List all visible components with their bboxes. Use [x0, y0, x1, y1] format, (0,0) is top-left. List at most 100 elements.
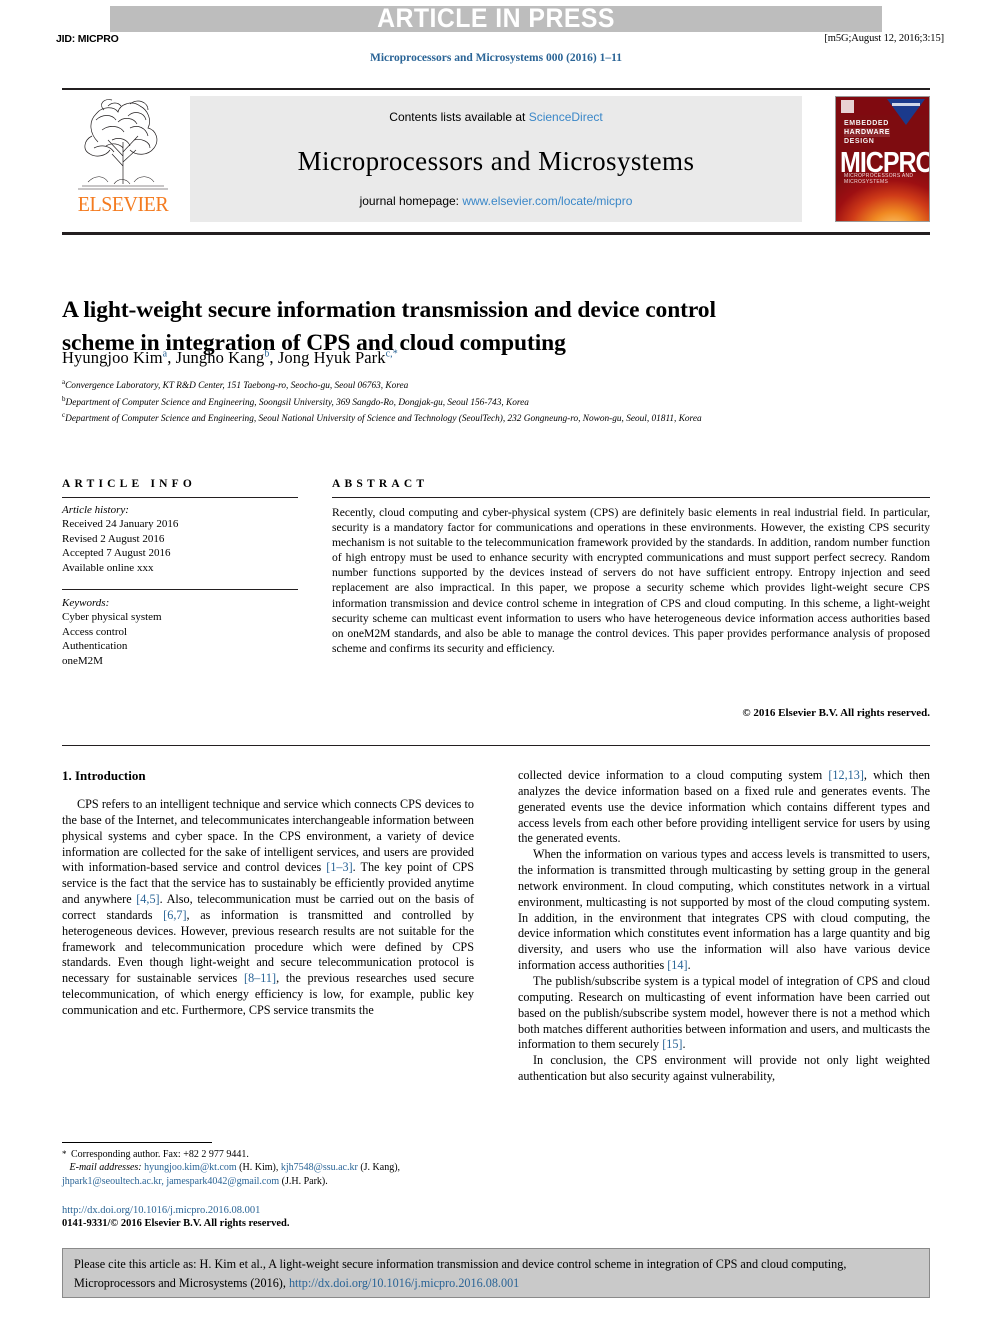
journal-homepage-link[interactable]: www.elsevier.com/locate/micpro [462, 194, 632, 208]
article-history-block: Article history: Received 24 January 201… [62, 503, 302, 575]
issn-copyright-line: 0141-9331/© 2016 Elsevier B.V. All right… [62, 1218, 290, 1230]
cover-tagline: MICROPROCESSORS AND MICROSYSTEMS [844, 173, 914, 185]
keyword-item: Cyber physical system [62, 611, 162, 624]
article-info-heading: ARTICLE INFO [62, 478, 197, 490]
email-addresses-line: E-mail addresses: hyungjoo.kim@kt.com (H… [62, 1161, 477, 1188]
elsevier-wordmark: ELSEVIER [77, 192, 169, 216]
article-history-item: Accepted 7 August 2016 [62, 547, 171, 560]
corresponding-author-text: Corresponding author. Fax: +82 2 977 944… [71, 1149, 249, 1160]
keyword-item: oneM2M [62, 654, 103, 667]
paragraph-text: collected device information to a cloud … [518, 768, 829, 782]
keyword-item: Authentication [62, 640, 128, 653]
journal-id-label: JID: MICPRO [56, 33, 119, 45]
email-link[interactable]: kjh7548@ssu.ac.kr [281, 1162, 358, 1173]
email-link[interactable]: hyungjoo.kim@kt.com [144, 1162, 237, 1173]
cover-triangle-label [892, 103, 920, 106]
journal-homepage-line: journal homepage: www.elsevier.com/locat… [190, 194, 802, 208]
masthead-top-rule [62, 88, 930, 90]
keywords-block: Keywords: Cyber physical system Access co… [62, 596, 302, 668]
article-info-rule-top [62, 497, 298, 499]
affiliation-item: cDepartment of Computer Science and Engi… [62, 411, 702, 425]
copyright-line: © 2016 Elsevier B.V. All rights reserved… [742, 707, 930, 719]
author-name: Hyungjoo Kim [62, 348, 163, 367]
keyword-items: Cyber physical system Access control Authe… [62, 610, 302, 668]
citation-reference-link[interactable]: [4,5] [136, 892, 159, 906]
journal-reference-line: Microprocessors and Microsystems 000 (20… [369, 52, 622, 64]
article-doi-link[interactable]: http://dx.doi.org/10.1016/j.micpro.2016.… [62, 1204, 477, 1217]
article-history-items: Received 24 January 2016 Revised 2 August… [62, 517, 302, 575]
footnote-block: * Corresponding author. Fax: +82 2 977 9… [62, 1148, 477, 1188]
body-paragraph: When the information on various types an… [518, 847, 930, 974]
corresponding-author-line: * Corresponding author. Fax: +82 2 977 9… [62, 1148, 477, 1161]
cover-subtitle-line1: EMBEDDED [844, 120, 889, 127]
email-owner: (J.H. Park). [279, 1175, 328, 1187]
sciencedirect-link[interactable]: ScienceDirect [529, 110, 603, 124]
abstract-rule-top [332, 497, 930, 499]
journal-title: Microprocessors and Microsystems [297, 146, 695, 176]
article-info-rule-middle [62, 589, 298, 591]
email-link[interactable]: jamespark4042@gmail.com [166, 1176, 279, 1187]
journal-masthead: ELSEVIER Contents lists available at Sci… [62, 96, 930, 222]
elsevier-mark-icon [841, 100, 854, 113]
citation-reference-link[interactable]: [12,13] [828, 768, 864, 782]
paragraph-text: In conclusion, the CPS environment will … [518, 1053, 930, 1084]
keywords-label: Keywords: [62, 597, 110, 609]
author-name: Jungho Kang [175, 348, 265, 367]
cite-this-article-text: Please cite this article as: H. Kim et a… [74, 1255, 920, 1292]
affiliation-item: aConvergence Laboratory, KT R&D Center, … [62, 378, 409, 392]
body-paragraph: The publish/subscribe system is a typica… [518, 974, 930, 1053]
abstract-rule-bottom [62, 745, 930, 747]
citation-reference-link[interactable]: [14] [667, 958, 687, 972]
paragraph-text: . [682, 1037, 686, 1052]
contents-panel: Contents lists available at ScienceDirec… [190, 96, 802, 222]
email-owner: (H. Kim), [236, 1162, 279, 1174]
body-column-right: collected device information to a cloud … [518, 768, 930, 1085]
paragraph-text: The publish/subscribe system is a typica… [518, 973, 930, 1052]
paragraph-text: When the information on various types an… [518, 847, 930, 973]
footnote-rule [62, 1142, 212, 1143]
masthead-bottom-rule [62, 232, 930, 235]
cover-subtitle-line2: HARDWARE [844, 128, 891, 137]
email-owner: (J. Kang), [357, 1162, 401, 1174]
production-mark-label: [m5G;August 12, 2016;3:15] [824, 33, 944, 44]
affiliation-item: bDepartment of Computer Science and Engi… [62, 394, 529, 408]
cover-subtitle-line3: DESIGN [844, 138, 875, 145]
email-label: E-mail addresses: [69, 1162, 142, 1174]
cite-doi-link[interactable]: http://dx.doi.org/10.1016/j.micpro.2016.… [289, 1276, 519, 1290]
section-heading-introduction: 1. Introduction [62, 768, 146, 783]
article-history-item: Revised 2 August 2016 [62, 532, 165, 545]
cover-subtitle: EMBEDDED HARDWARE DESIGN [844, 119, 891, 146]
contents-prefix-text: Contents lists available at [389, 110, 529, 124]
body-column-left: 1. Introduction CPS refers to an intelli… [62, 768, 474, 1019]
contents-available-line: Contents lists available at ScienceDirec… [190, 110, 802, 124]
introduction-paragraphs-right: collected device information to a cloud … [518, 768, 930, 1085]
article-history-item: Available online xxx [62, 561, 154, 574]
doi-block: http://dx.doi.org/10.1016/j.micpro.2016.… [62, 1204, 477, 1231]
abstract-text: Recently, cloud computing and cyber-phys… [332, 506, 930, 655]
journal-cover-image: EMBEDDED HARDWARE DESIGN MICPRO MICROPRO… [835, 96, 930, 222]
paragraph-text: . [687, 958, 691, 973]
abstract-heading: ABSTRACT [332, 478, 429, 490]
citation-reference-link[interactable]: [15] [662, 1037, 682, 1051]
corresponding-author-marker: ,* [390, 348, 398, 360]
article-history-label: Article history: [62, 504, 129, 516]
email-link[interactable]: jhpark1@seoultech.ac.kr, [62, 1176, 164, 1187]
author-list: Hyungjoo Kima, Jungho Kangb, Jong Hyuk P… [62, 348, 398, 367]
affiliation-list: aConvergence Laboratory, KT R&D Center, … [62, 376, 922, 426]
homepage-prefix-text: journal homepage: [359, 194, 463, 208]
elsevier-logo: ELSEVIER [62, 96, 184, 222]
asterisk-icon: * [62, 1149, 71, 1159]
citation-reference-link[interactable]: [6,7] [163, 908, 186, 922]
body-paragraph: In conclusion, the CPS environment will … [518, 1053, 930, 1085]
body-paragraph: CPS refers to an intelligent technique a… [62, 797, 474, 1019]
elsevier-tree-icon [78, 99, 168, 190]
body-paragraph: collected device information to a cloud … [518, 768, 930, 847]
author-affiliation-marker: a [162, 348, 168, 360]
introduction-paragraphs-left: CPS refers to an intelligent technique a… [62, 797, 474, 1019]
keyword-item: Access control [62, 625, 128, 638]
author-name: Jong Hyuk Park [277, 348, 386, 367]
citation-reference-link[interactable]: [8–11] [244, 971, 276, 985]
citation-reference-link[interactable]: [1–3] [326, 860, 352, 874]
article-history-item: Received 24 January 2016 [62, 518, 179, 531]
author-affiliation-marker: b [264, 348, 270, 360]
